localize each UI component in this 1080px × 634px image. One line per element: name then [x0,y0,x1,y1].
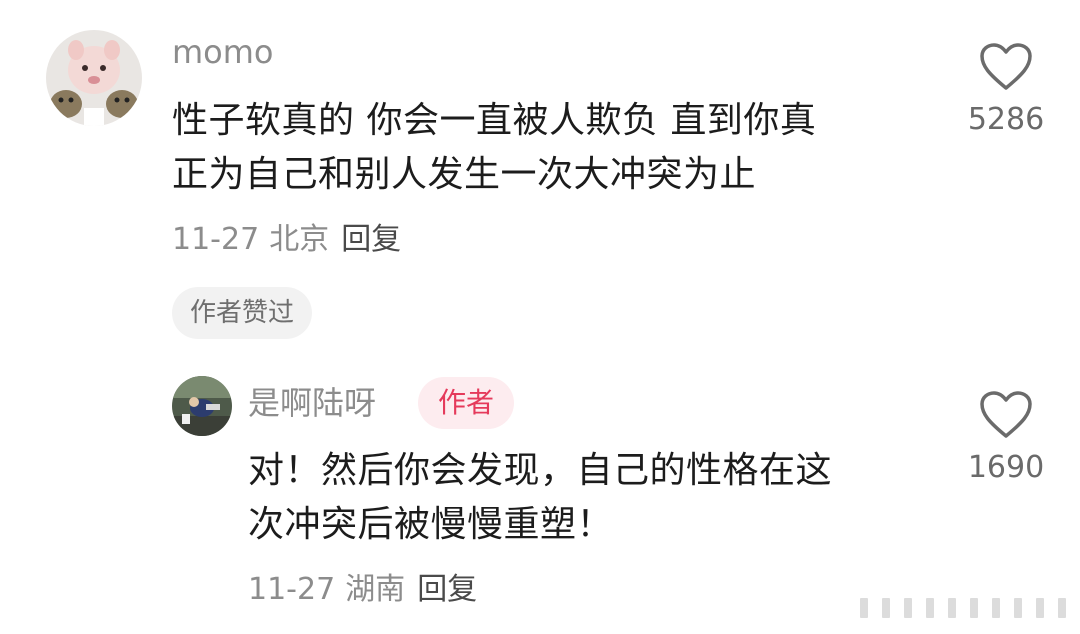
author-badge: 作者 [418,377,515,429]
comment-date: 11-27 [172,222,260,257]
author-liked-badge: 作者赞过 [172,287,313,339]
reply-location: 湖南 [345,572,406,607]
reply-date: 11-27 [248,572,336,607]
comment-text-line: 性子软真的 你会一直被人欺负 直到你真 [172,100,817,141]
reply-text: 对！然后你会发现，自己的性格在这 次冲突后被慢慢重塑！ [248,444,832,552]
comment-like-column: 5286 [956,42,1056,138]
reply-meta: 11-27 湖南 回复 [248,572,477,608]
reply-reply-button[interactable]: 回复 [417,572,477,607]
comment-meta: 11-27 北京 回复 [172,222,401,258]
comment-location: 北京 [269,222,330,257]
commenter-avatar[interactable] [46,30,142,126]
reply-like-count: 1690 [967,450,1045,485]
comment-text: 性子软真的 你会一直被人欺负 直到你真 正为自己和别人发生一次大冲突为止 [172,94,816,202]
reply-text-line: 次冲突后被慢慢重塑！ [248,504,614,545]
watermark-bars-icon [860,596,1074,620]
replier-username[interactable]: 是啊陆呀 [248,383,376,423]
comment-like-count: 5286 [967,102,1045,137]
replier-avatar[interactable] [172,376,232,436]
comment-reply-button[interactable]: 回复 [341,222,401,257]
heart-outline-icon[interactable] [979,42,1033,92]
heart-outline-icon[interactable] [979,390,1033,440]
reply-text-line: 对！然后你会发现，自己的性格在这 [248,450,833,491]
reply-like-column: 1690 [956,390,1056,486]
comment-text-line: 正为自己和别人发生一次大冲突为止 [172,154,757,195]
commenter-username[interactable]: momo [172,32,274,72]
